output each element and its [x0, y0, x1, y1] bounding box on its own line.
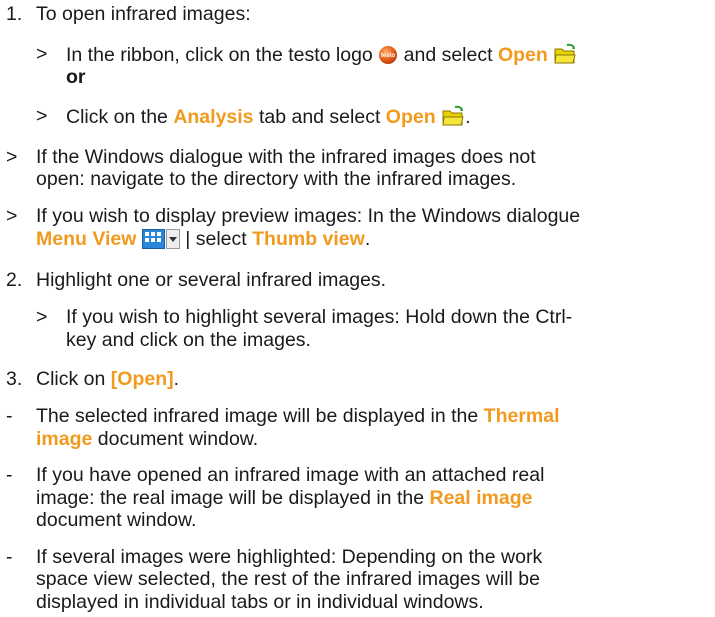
- step2-number: 2.: [6, 268, 23, 291]
- step1-sub1-line: In the ribbon, click on the testo logo t…: [66, 43, 577, 70]
- result1-line2: image document window.: [36, 428, 258, 450]
- step2-sub-line1: If you wish to highlight several images:…: [66, 306, 573, 329]
- open-folder-icon: [553, 43, 577, 70]
- note2-end: .: [364, 228, 371, 251]
- step1-number: 1.: [6, 2, 23, 25]
- note1-marker: >: [6, 145, 18, 168]
- step1-sub1-text1: In the ribbon, click on the testo logo: [66, 44, 373, 67]
- step1-sub1-text2: and select: [403, 44, 493, 67]
- step2-sub-line2: key and click on the images.: [66, 328, 311, 351]
- note2-line1: If you wish to display preview images: I…: [36, 204, 581, 227]
- step1-text: To open infrared images:: [36, 2, 251, 25]
- step3-number: 3.: [6, 368, 23, 391]
- instructions-document: 1. To open infrared images: > In the rib…: [0, 0, 715, 617]
- real-image-label: Real image: [429, 486, 533, 509]
- result3-line2: space view selected, the rest of the inf…: [36, 568, 541, 591]
- note1-line2: open: navigate to the directory with the…: [36, 168, 517, 191]
- result2-line2: image: the real image will be displayed …: [36, 487, 532, 509]
- note2-line2: Menu View | select Thumb view.: [36, 228, 370, 254]
- thumb-view-label: Thumb view: [252, 228, 365, 251]
- step1-sub2-marker: >: [36, 105, 48, 128]
- thermal-label-part1: Thermal: [483, 405, 560, 427]
- step1-sub2-text2: tab and select: [258, 106, 381, 129]
- result2-text2: image: the real image will be displayed …: [36, 486, 425, 509]
- result1-marker: -: [6, 405, 13, 427]
- result2-line1: If you have opened an infrared image wit…: [36, 464, 545, 487]
- step3-line: Click on [Open].: [36, 368, 179, 390]
- result3-line1: If several images were highlighted: Depe…: [36, 545, 543, 568]
- thermal-label-part2: image: [36, 427, 93, 450]
- open-button-label: [Open]: [110, 368, 174, 391]
- result3-line3: displayed in individual tabs or in indiv…: [36, 591, 484, 613]
- result3-marker: -: [6, 545, 13, 568]
- testo-logo-icon: testo: [378, 45, 398, 70]
- view-menu-icon: [141, 229, 180, 254]
- step1-sub2-end: .: [465, 106, 471, 129]
- note1-line1: If the Windows dialogue with the infrare…: [36, 145, 536, 168]
- step1-sub1-or: or: [66, 65, 86, 88]
- result2-marker: -: [6, 464, 13, 487]
- open-folder-icon: [441, 105, 465, 132]
- step2-text: Highlight one or several infrared images…: [36, 268, 387, 291]
- note2-sep: | select: [185, 228, 247, 251]
- step3-end: .: [173, 368, 180, 391]
- step1-sub2-open: Open: [385, 106, 436, 129]
- result1-line1: The selected infrared image will be disp…: [36, 405, 560, 427]
- step3-text: Click on: [36, 368, 106, 391]
- step1-sub1-marker: >: [36, 43, 48, 66]
- result1-text2: document window.: [97, 427, 259, 450]
- step1-sub2-text1: Click on the: [66, 106, 168, 129]
- step1-sub1-open: Open: [497, 44, 548, 67]
- step2-sub-marker: >: [36, 306, 48, 329]
- testo-logo-text: testo: [381, 53, 396, 59]
- result2-line3: document window.: [36, 509, 197, 532]
- step1-sub2-line: Click on the Analysis tab and select Ope…: [66, 105, 470, 132]
- note2-marker: >: [6, 204, 18, 227]
- step1-sub2-analysis: Analysis: [173, 106, 254, 129]
- menu-view-label: Menu View: [36, 228, 137, 251]
- result1-text: The selected infrared image will be disp…: [36, 405, 479, 427]
